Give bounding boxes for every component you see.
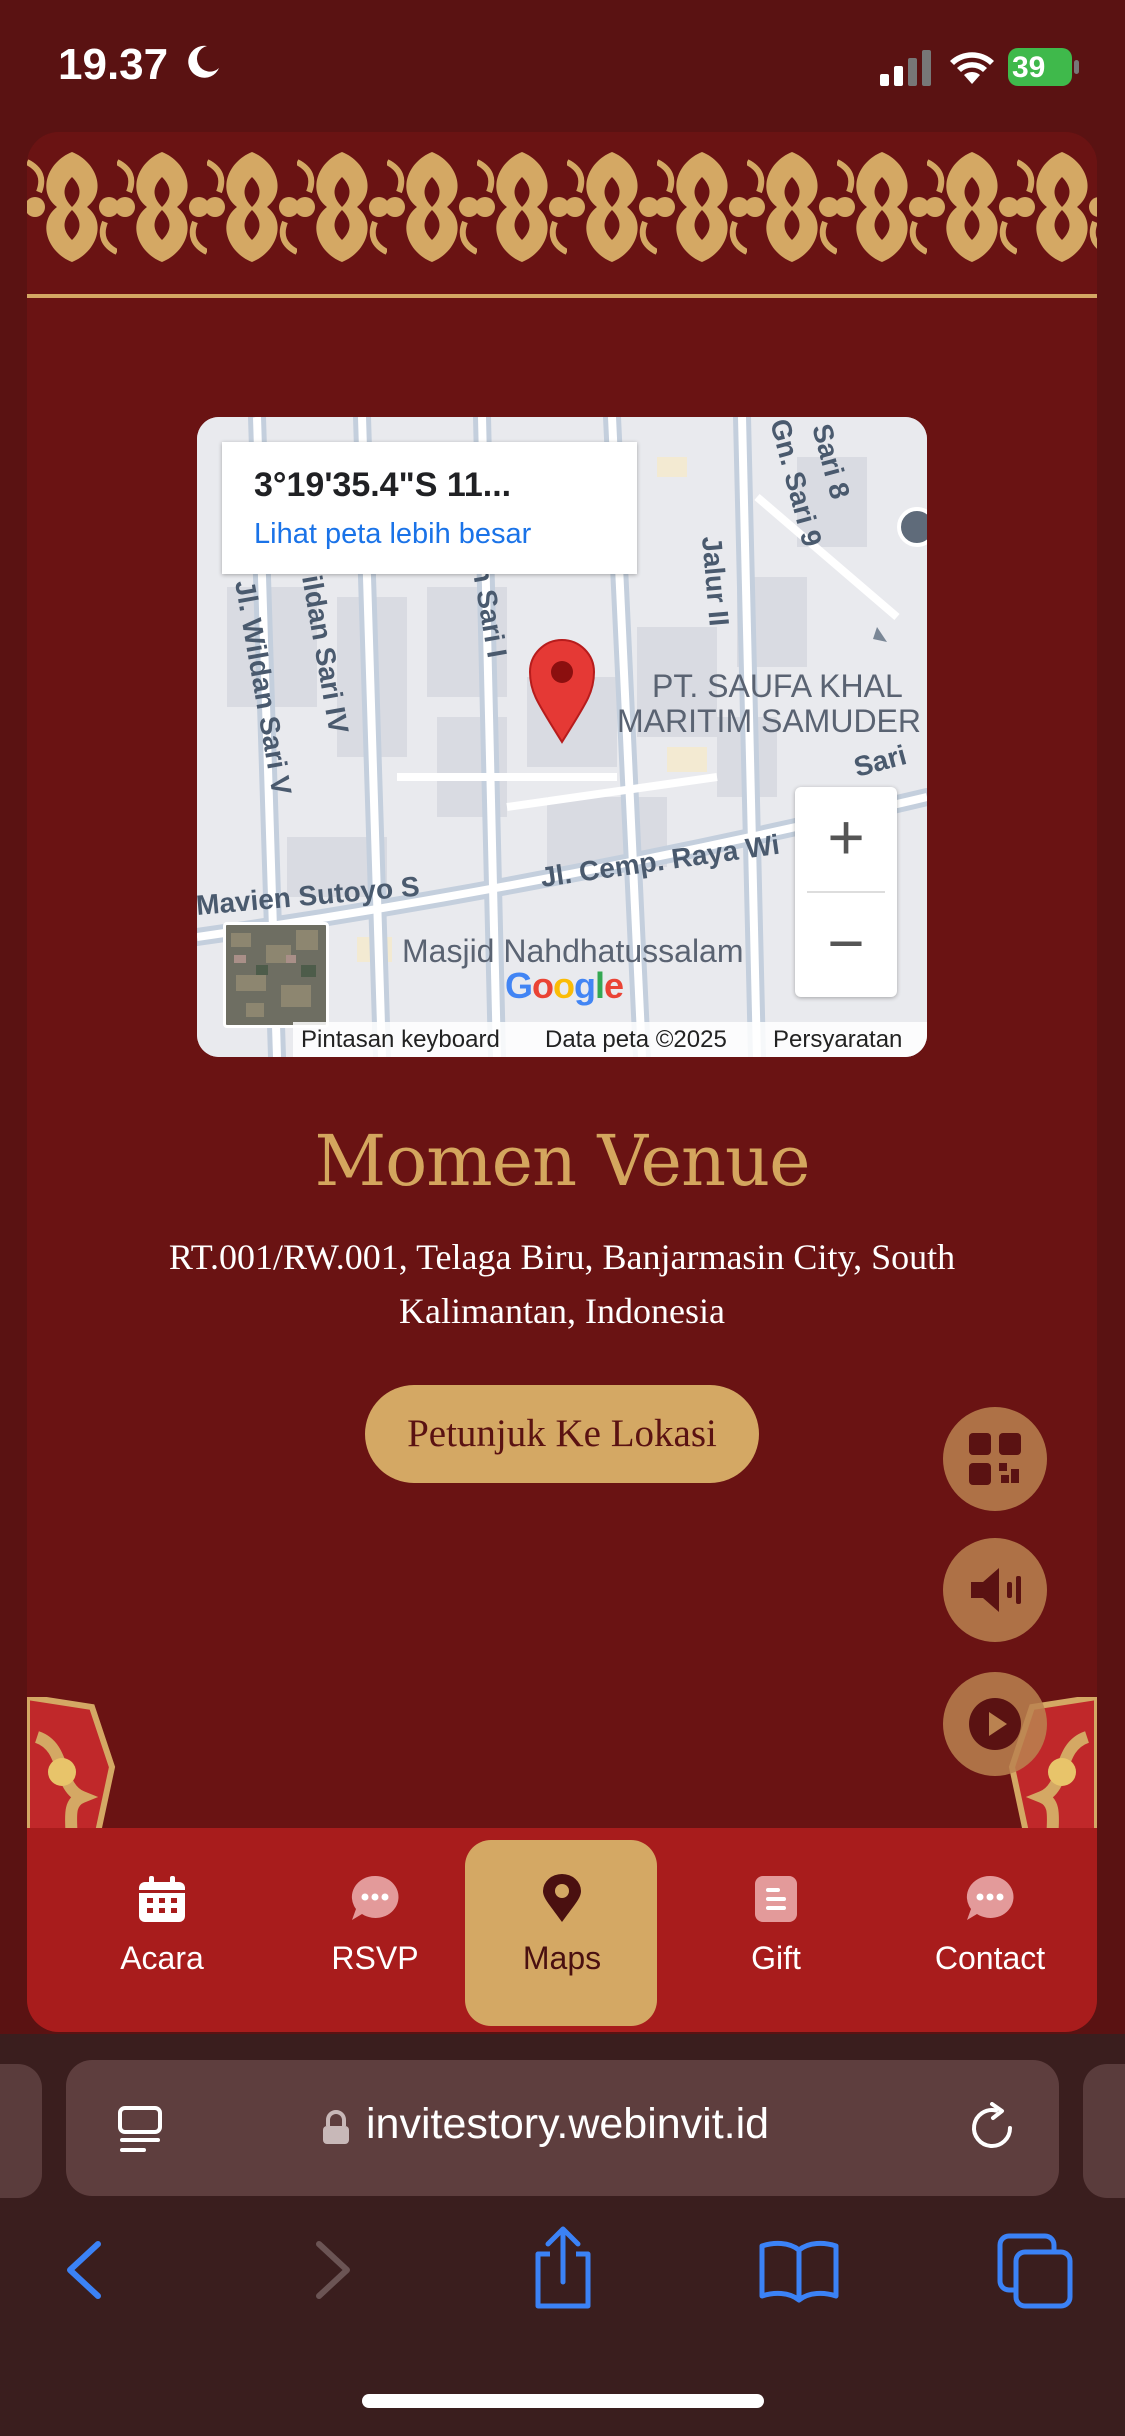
- terms-link[interactable]: Persyaratan: [773, 1026, 902, 1054]
- map-pin-icon: [543, 1874, 581, 1922]
- map-info-box: 3°19'35.4"S 11... Lihat peta lebih besar: [222, 442, 637, 574]
- nav-item-maps[interactable]: Maps: [465, 1828, 657, 2032]
- zoom-control: + −: [795, 787, 897, 997]
- qr-code-icon: [969, 1433, 1021, 1485]
- lock-icon: [323, 2110, 349, 2144]
- page-menu-icon[interactable]: [116, 2104, 164, 2156]
- autoscroll-button[interactable]: [943, 1672, 1047, 1776]
- poi-label: PT. SAUFA KHAL: [652, 668, 903, 704]
- battery-icon: 39: [1008, 48, 1080, 86]
- music-toggle-button[interactable]: [943, 1538, 1047, 1642]
- status-bar: 19.37 39: [0, 0, 1125, 130]
- tabs-icon[interactable]: [990, 2224, 1080, 2314]
- cellular-signal-icon: [880, 50, 931, 86]
- address-bar[interactable]: invitestory.webinvit.id: [66, 2060, 1059, 2196]
- share-icon[interactable]: [518, 2224, 608, 2314]
- home-indicator[interactable]: [362, 2394, 764, 2408]
- bookmarks-icon[interactable]: [754, 2224, 844, 2314]
- gift-icon: [755, 1876, 797, 1922]
- zoom-out-button[interactable]: −: [795, 893, 897, 997]
- nav-label: Maps: [522, 1940, 602, 1976]
- larger-map-link[interactable]: Lihat peta lebih besar: [254, 518, 531, 551]
- nav-item-rsvp[interactable]: RSVP: [280, 1828, 470, 2032]
- poi-label: MARITIM SAMUDER: [617, 703, 921, 739]
- active-tab-highlight: [465, 1840, 657, 2026]
- browser-chrome: invitestory.webinvit.id: [0, 2034, 1125, 2436]
- keyboard-shortcuts-link[interactable]: Pintasan keyboard: [301, 1026, 500, 1054]
- nav-label: Gift: [751, 1940, 801, 1976]
- next-tab-preview[interactable]: [1083, 2064, 1125, 2198]
- nav-label: Acara: [120, 1940, 204, 1976]
- back-icon[interactable]: [40, 2224, 130, 2314]
- moon-icon: [188, 45, 219, 78]
- nav-label: RSVP: [331, 1940, 419, 1976]
- wifi-icon: [950, 52, 994, 84]
- bottom-nav: Acara RSVP Maps Gift Contact: [27, 1828, 1097, 2032]
- reload-icon[interactable]: [966, 2102, 1018, 2154]
- map-coordinates: 3°19'35.4"S 11...: [254, 466, 512, 504]
- directions-button[interactable]: Petunjuk Ke Lokasi: [365, 1385, 759, 1483]
- nav-label: Contact: [934, 1940, 1046, 1976]
- map-attribution: Pintasan keyboard Data peta ©2025 Persya…: [293, 1022, 927, 1057]
- google-logo: Google: [505, 965, 624, 1006]
- venue-address: RT.001/RW.001, Telaga Biru, Banjarmasin …: [168, 1237, 956, 1331]
- forward-icon[interactable]: [283, 2224, 373, 2314]
- chat-icon: [351, 1875, 399, 1920]
- url-text: invitestory.webinvit.id: [366, 2100, 770, 2148]
- map-data-label: Data peta ©2025: [545, 1026, 727, 1053]
- previous-tab-preview[interactable]: [0, 2064, 42, 2198]
- nav-item-gift[interactable]: Gift: [681, 1828, 871, 2032]
- poi-label: Masjid Nahdhatussalam: [402, 933, 744, 969]
- zoom-in-button[interactable]: +: [795, 787, 897, 891]
- satellite-toggle[interactable]: [223, 922, 329, 1028]
- nav-item-acara[interactable]: Acara: [67, 1828, 257, 2032]
- status-time: 19.37: [58, 40, 169, 89]
- qr-code-button[interactable]: [943, 1407, 1047, 1511]
- play-icon: [969, 1698, 1021, 1750]
- nav-item-contact[interactable]: Contact: [895, 1828, 1085, 2032]
- calendar-icon: [139, 1876, 185, 1922]
- invitation-page[interactable]: Jl. Wildan Sari V ildan Sari IV n Sari I…: [27, 132, 1097, 2032]
- speaker-icon: [971, 1568, 1021, 1612]
- ornament-top: [27, 132, 1097, 298]
- venue-title: Momen Venue: [314, 1120, 810, 1202]
- chat-icon: [966, 1875, 1014, 1920]
- battery-percent: 39: [1012, 51, 1046, 84]
- embedded-map[interactable]: Jl. Wildan Sari V ildan Sari IV n Sari I…: [197, 417, 927, 1057]
